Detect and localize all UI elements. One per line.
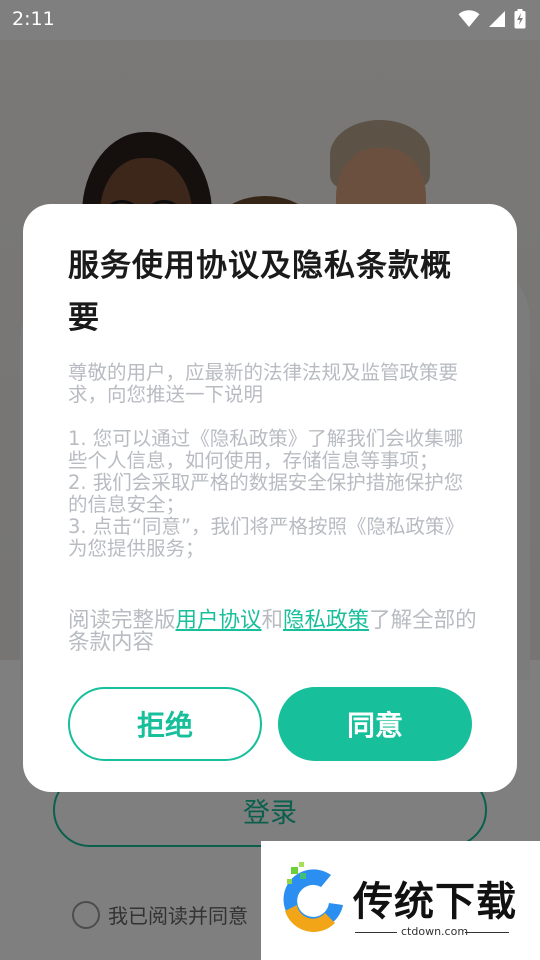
agree-button[interactable]: 同意 — [278, 687, 472, 761]
watermark-badge: 传统下载 ctdown.com — [261, 841, 540, 960]
watermark-divider-left — [355, 932, 397, 933]
dialog-title: 服务使用协议及隐私条款概要 — [68, 248, 452, 336]
cell-signal-icon — [489, 11, 505, 27]
ctdown-logo-icon — [283, 862, 343, 932]
wifi-icon — [458, 10, 480, 27]
privacy-dialog: 服务使用协议及隐私条款概要 尊敬的用户，应最新的法律法规及监管政策要求，向您推送… — [23, 204, 517, 792]
read-and: 和 — [261, 608, 284, 633]
status-icons — [458, 9, 526, 29]
battery-charging-icon — [514, 9, 526, 29]
dialog-read-full-text: 阅读完整版用户协议和隐私政策了解全部的条款内容 — [68, 610, 480, 654]
watermark-brand: 传统下载 — [353, 879, 517, 925]
watermark-divider-right — [465, 932, 509, 933]
status-time: 2:11 — [12, 8, 55, 30]
refuse-button[interactable]: 拒绝 — [68, 687, 262, 761]
privacy-policy-link[interactable]: 隐私政策 — [283, 608, 369, 633]
user-agreement-link[interactable]: 用户协议 — [176, 608, 262, 633]
watermark-url: ctdown.com — [401, 925, 469, 938]
status-bar: 2:11 — [0, 0, 540, 38]
dialog-body-text: 尊敬的用户，应最新的法律法规及监管政策要求，向您推送一下说明 1. 您可以通过《… — [68, 361, 465, 560]
